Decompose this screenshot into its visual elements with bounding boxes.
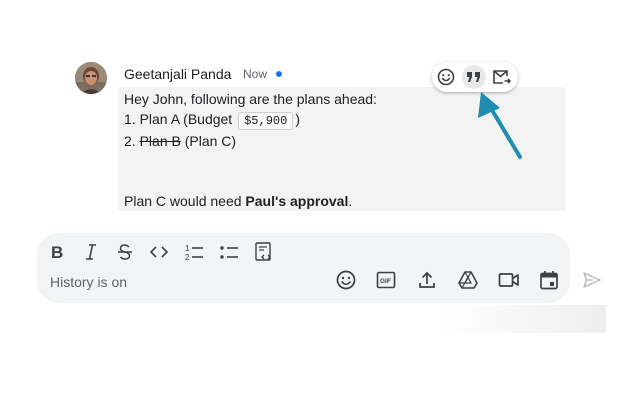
svg-text:2: 2 [185, 253, 190, 262]
message-line-item-1: 1. Plan A (Budget $5,900) [124, 111, 300, 130]
forward-to-inbox-icon [493, 70, 512, 84]
bold-icon: B [51, 243, 63, 262]
gif-icon: GIF [376, 271, 396, 289]
online-status-dot [276, 71, 282, 77]
sender-name: Geetanjali Panda [124, 66, 232, 82]
upload-button[interactable] [415, 268, 439, 292]
composer-input[interactable]: History is on [50, 274, 127, 290]
add-reaction-icon [437, 68, 455, 86]
gif-button[interactable]: GIF [374, 268, 398, 292]
svg-text:1: 1 [185, 244, 190, 253]
drive-button[interactable] [456, 268, 480, 292]
send-icon [583, 272, 601, 288]
message-line-item-2: 2. Plan B (Plan C) [124, 133, 236, 149]
message-line-closing: Plan C would need Paul's approval. [124, 193, 352, 209]
item-2-suffix: (Plan C) [184, 133, 237, 149]
message-line-greeting: Hey John, following are the plans ahead: [124, 91, 377, 107]
bold-button[interactable]: B [46, 240, 68, 264]
code-icon [149, 246, 169, 258]
code-block-icon [255, 242, 271, 261]
code-button[interactable] [148, 240, 170, 264]
message-timestamp: Now [243, 67, 268, 81]
upload-icon [419, 271, 435, 288]
video-meeting-button[interactable] [497, 268, 521, 292]
drive-icon [458, 271, 478, 289]
forward-to-inbox-button[interactable] [490, 65, 514, 89]
shadow-fade [440, 305, 606, 333]
emoji-button[interactable] [334, 268, 358, 292]
quote-reply-button[interactable] [462, 65, 486, 89]
item-1-suffix: ) [295, 111, 300, 127]
bulleted-list-button[interactable] [217, 240, 241, 264]
calendar-icon [540, 271, 558, 290]
calendar-button[interactable] [537, 268, 561, 292]
bulleted-list-icon [220, 246, 238, 259]
item-2-number: 2. [124, 133, 136, 149]
inline-code: $5,900 [238, 112, 294, 130]
item-1-text: 1. Plan A (Budget [124, 111, 233, 127]
closing-suffix: . [348, 193, 353, 209]
avatar-image [75, 62, 107, 94]
strikethrough-button[interactable] [114, 240, 136, 264]
strikethrough-icon [118, 244, 132, 260]
closing-text: Plan C would need [124, 193, 246, 209]
strikethrough-text: Plan B [139, 133, 181, 149]
italic-icon [86, 244, 96, 260]
bold-text: Paul's approval [245, 193, 349, 209]
numbered-list-icon: 1 2 [185, 244, 203, 262]
video-meeting-icon [498, 273, 519, 287]
numbered-list-button[interactable]: 1 2 [182, 240, 206, 264]
svg-text:GIF: GIF [380, 278, 391, 285]
avatar[interactable] [75, 62, 107, 94]
quote-reply-icon [467, 72, 480, 82]
add-reaction-button[interactable] [434, 65, 458, 89]
send-button[interactable] [580, 268, 604, 292]
code-block-button[interactable] [252, 240, 276, 264]
emoji-icon [336, 270, 356, 290]
italic-button[interactable] [80, 240, 102, 264]
svg-text:B: B [51, 243, 63, 262]
message-hover-actions [432, 62, 518, 92]
